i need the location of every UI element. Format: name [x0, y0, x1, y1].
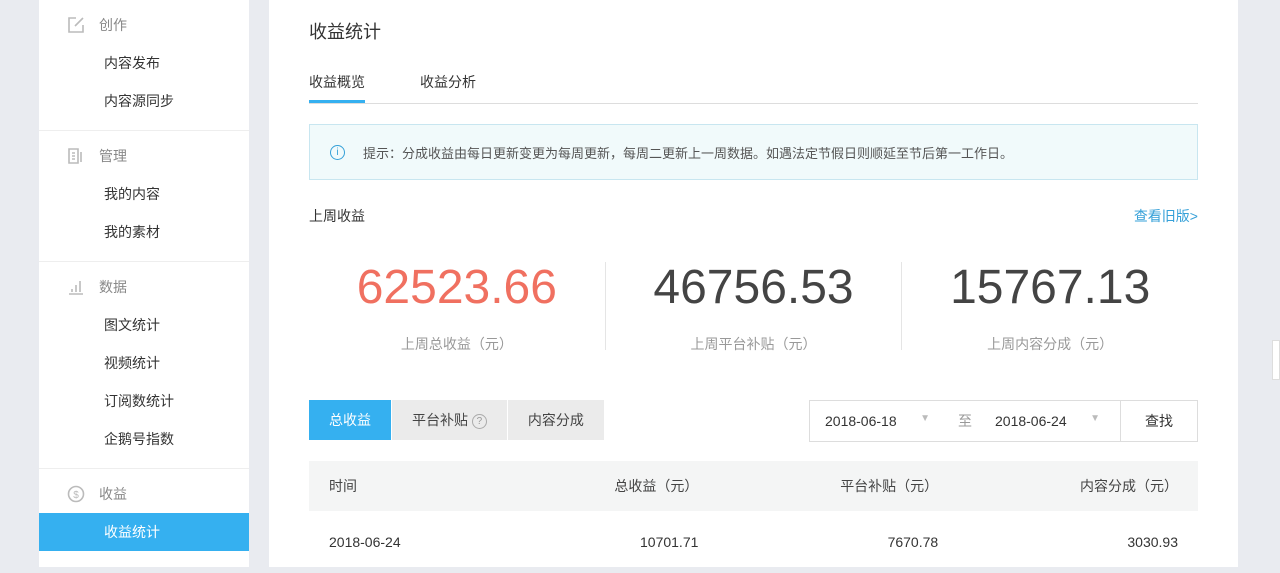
svg-text:$: $ [73, 490, 79, 501]
sidebar-item-penguin-index[interactable]: 企鹅号指数 [39, 420, 249, 458]
date-range: 2018-06-18 ▼ 至 2018-06-24 ▼ 查找 [809, 400, 1198, 442]
revenue-table: 时间 总收益（元） 平台补贴（元） 内容分成（元） 2018-06-24 10701.7… [309, 461, 1198, 573]
notice-text: 提示：分成收益由每日更新变更为每周更新，每周二更新上一周数据。如遇法定节假日则顺… [363, 145, 1014, 161]
col-time: 时间 [309, 461, 503, 511]
sidebar: 创作 内容发布 内容源同步 管理 我的内容 我的素材 数据 图文统计 视频统计 … [39, 0, 249, 567]
stat-subsidy: 46756.53 上周平台补贴（元） [606, 261, 903, 352]
info-icon: i [330, 144, 345, 160]
page-title: 收益统计 [309, 22, 381, 42]
range-separator: 至 [958, 413, 972, 429]
caret-down-icon: ▼ [920, 413, 930, 424]
group-header: 创作 [39, 6, 249, 44]
table-row: 2018-06-24 10701.71 7670.78 3030.93 [309, 511, 1198, 573]
stat-share: 15767.13 上周内容分成（元） [902, 261, 1198, 353]
caret-down-icon: ▼ [1090, 413, 1100, 424]
stat-label: 上周平台补贴（元） [690, 336, 817, 352]
help-icon[interactable]: ? [471, 413, 487, 429]
filter-label: 平台补贴 [412, 412, 468, 428]
old-version-link[interactable]: 查看旧版> [1134, 206, 1198, 226]
group-label: 收益 [99, 486, 127, 502]
filter-total-button[interactable]: 总收益 [309, 400, 391, 440]
sidebar-item-subscriber-stats[interactable]: 订阅数统计 [39, 382, 249, 420]
section-title: 上周收益 [309, 208, 365, 224]
notice-banner: i 提示：分成收益由每日更新变更为每周更新，每周二更新上一周数据。如遇法定节假日则… [309, 124, 1198, 180]
sidebar-item-revenue-stats[interactable]: 收益统计 [39, 513, 249, 551]
col-total: 总收益（元） [502, 461, 719, 511]
sidebar-item-article-stats[interactable]: 图文统计 [39, 306, 249, 344]
filter-subsidy-button[interactable]: 平台补贴 ? [392, 400, 507, 440]
cell: 2018-06-24 [329, 534, 401, 550]
sidebar-item-publish[interactable]: 内容发布 [39, 44, 249, 82]
edit-icon [68, 17, 84, 33]
date-to-select[interactable]: 2018-06-24 ▼ [980, 413, 1120, 429]
stat-label: 上周总收益（元） [400, 336, 513, 352]
date-value: 2018-06-24 [995, 413, 1067, 429]
group-manage: 管理 我的内容 我的素材 [39, 131, 249, 262]
document-icon [68, 148, 82, 164]
group-revenue: $ 收益 收益统计 [39, 469, 249, 551]
sidebar-item-my-content[interactable]: 我的内容 [39, 175, 249, 213]
tab-overview[interactable]: 收益概览 [309, 50, 365, 103]
cell: 10701.71 [640, 534, 699, 550]
sidebar-item-video-stats[interactable]: 视频统计 [39, 344, 249, 382]
stat-value: 46756.53 [653, 261, 854, 314]
floating-tab[interactable] [1272, 340, 1280, 380]
group-data: 数据 图文统计 视频统计 订阅数统计 企鹅号指数 [39, 262, 249, 469]
main-content: 收益统计 收益概览 收益分析 i 提示：分成收益由每日更新变更为每周更新，每周二更… [269, 0, 1238, 567]
bar-chart-icon [69, 281, 83, 295]
stats: 62523.66 上周总收益（元） 46756.53 上周平台补贴（元） 15767… [309, 261, 1198, 353]
group-header: $ 收益 [39, 475, 249, 513]
search-button[interactable]: 查找 [1120, 401, 1197, 441]
tab-analysis[interactable]: 收益分析 [420, 50, 476, 103]
group-label: 数据 [99, 279, 127, 295]
sidebar-item-source-sync[interactable]: 内容源同步 [39, 82, 249, 120]
sidebar-item-my-materials[interactable]: 我的素材 [39, 213, 249, 251]
date-value: 2018-06-18 [825, 413, 897, 429]
dollar-icon: $ [67, 485, 85, 503]
group-label: 创作 [99, 17, 127, 33]
group-header: 数据 [39, 268, 249, 306]
stat-label: 上周内容分成（元） [987, 336, 1114, 352]
cell: 3030.93 [1127, 534, 1178, 550]
group-label: 管理 [99, 148, 127, 164]
stat-value: 15767.13 [950, 261, 1151, 314]
cell: 7670.78 [887, 534, 939, 550]
group-header: 管理 [39, 137, 249, 175]
stat-total: 62523.66 上周总收益（元） [309, 261, 606, 352]
filter-share-button[interactable]: 内容分成 [507, 400, 604, 440]
col-subsidy: 平台补贴（元） [718, 461, 959, 511]
col-share: 内容分成（元） [958, 461, 1198, 511]
date-from-select[interactable]: 2018-06-18 ▼ [810, 413, 950, 429]
stat-value: 62523.66 [356, 261, 557, 314]
tabs: 收益概览 收益分析 [309, 50, 1198, 104]
group-create: 创作 内容发布 内容源同步 [39, 0, 249, 131]
